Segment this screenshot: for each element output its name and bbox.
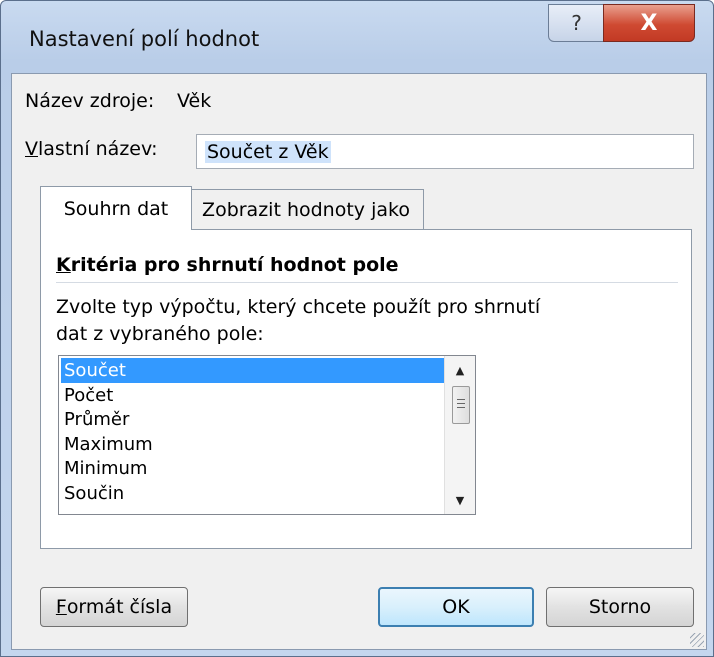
number-format-accel: F bbox=[55, 596, 67, 618]
custom-name-input[interactable]: Součet z Věk bbox=[196, 134, 694, 169]
cancel-button[interactable]: Storno bbox=[546, 587, 694, 627]
scroll-down-button[interactable]: ▼ bbox=[445, 486, 475, 514]
custom-name-label: Vlastní název: bbox=[25, 138, 158, 160]
triangle-down-icon: ▼ bbox=[455, 493, 465, 507]
list-item[interactable]: Průměr bbox=[61, 407, 444, 432]
help-icon: ? bbox=[571, 11, 582, 35]
grip-icon bbox=[457, 399, 465, 411]
section-title-text: ritéria pro shrnutí hodnot pole bbox=[70, 254, 399, 276]
tab-show-values-as-label: Zobrazit hodnoty jako bbox=[202, 198, 410, 221]
section-title: Kritéria pro shrnutí hodnot pole bbox=[56, 254, 399, 276]
summary-function-list[interactable]: Součet Počet Průměr Maximum Minimum Souč… bbox=[58, 355, 476, 515]
window-title: Nastavení polí hodnot bbox=[29, 27, 260, 51]
description-line-1: Zvolte typ výpočtu, který chcete použít … bbox=[56, 296, 541, 318]
scroll-thumb[interactable] bbox=[452, 386, 470, 424]
custom-name-accel: V bbox=[25, 138, 38, 160]
list-item[interactable]: Součin bbox=[61, 481, 444, 506]
close-icon: X bbox=[640, 10, 658, 36]
list-item[interactable]: Maximum bbox=[61, 432, 444, 457]
list-item[interactable]: Minimum bbox=[61, 456, 444, 481]
close-button[interactable]: X bbox=[603, 4, 695, 42]
ok-button[interactable]: OK bbox=[378, 587, 534, 627]
source-name-value: Věk bbox=[177, 90, 212, 112]
triangle-up-icon: ▲ bbox=[455, 363, 465, 377]
section-title-accel: K bbox=[56, 254, 71, 276]
section-divider bbox=[56, 282, 678, 283]
dialog-body: Název zdroje: Věk Vlastní název: Součet … bbox=[11, 73, 707, 650]
number-format-label: ormát čísla bbox=[66, 596, 173, 618]
help-button[interactable]: ? bbox=[548, 4, 605, 42]
summary-tab-panel: Kritéria pro shrnutí hodnot pole Zvolte … bbox=[40, 229, 692, 549]
resize-grip-icon[interactable] bbox=[690, 633, 704, 647]
dialog-window: Nastavení polí hodnot ? X Název zdroje: … bbox=[0, 0, 714, 657]
tab-summary[interactable]: Souhrn dat bbox=[40, 186, 192, 230]
title-bar[interactable]: Nastavení polí hodnot ? X bbox=[1, 1, 714, 79]
custom-name-value: Součet z Věk bbox=[205, 140, 331, 163]
scroll-up-button[interactable]: ▲ bbox=[445, 356, 475, 384]
tab-summary-label: Souhrn dat bbox=[63, 197, 169, 220]
list-scrollbar[interactable]: ▲ ▼ bbox=[444, 356, 475, 514]
number-format-button[interactable]: Formát čísla bbox=[40, 587, 188, 627]
list-item[interactable]: Součet bbox=[61, 358, 444, 383]
description-line-2: dat z vybraného pole: bbox=[56, 323, 264, 345]
list-item[interactable]: Počet bbox=[61, 383, 444, 408]
tab-show-values-as[interactable]: Zobrazit hodnoty jako bbox=[188, 189, 424, 229]
source-name-label: Název zdroje: bbox=[25, 90, 155, 112]
custom-name-label-text: lastní název: bbox=[38, 138, 158, 160]
